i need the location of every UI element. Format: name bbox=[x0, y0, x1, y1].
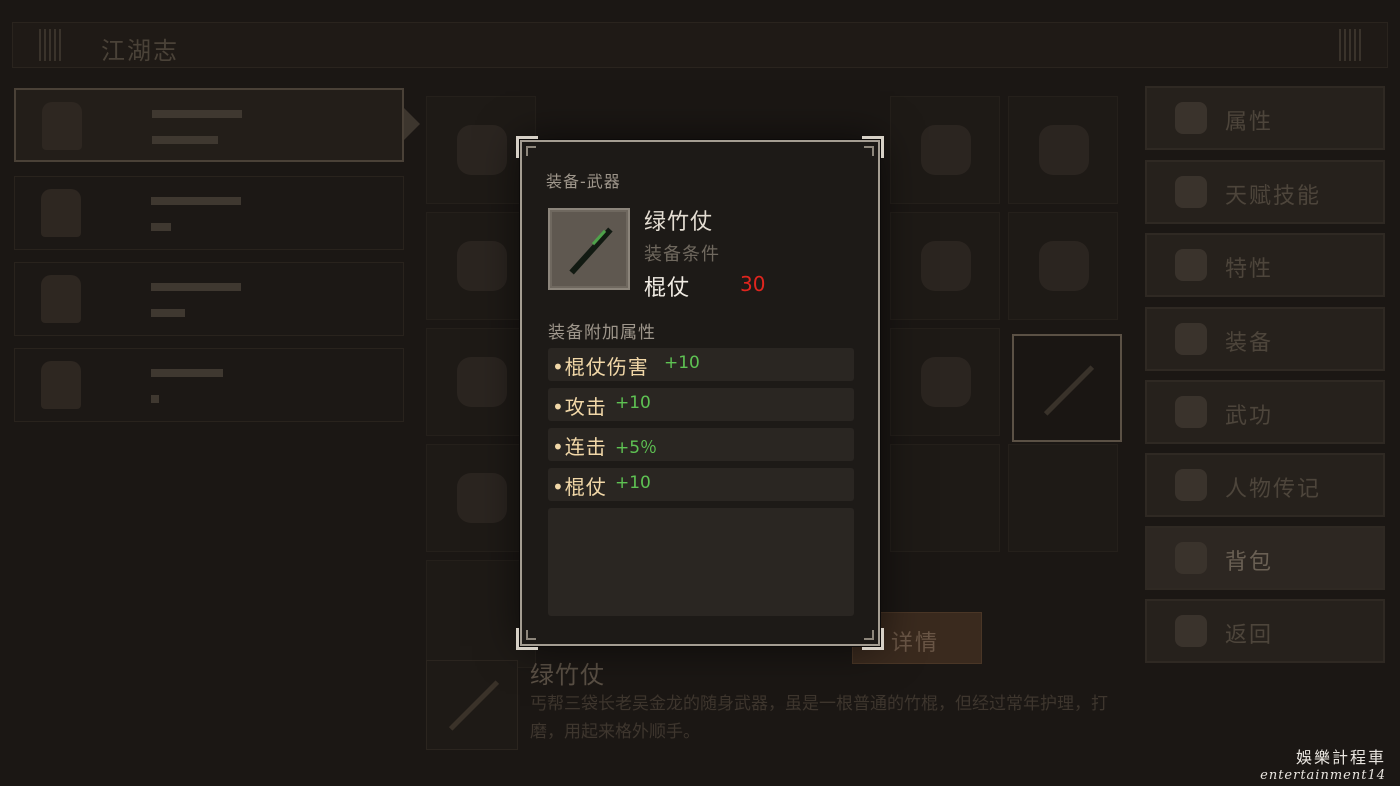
item-icon bbox=[457, 241, 507, 291]
title-ornament-left-icon bbox=[39, 29, 61, 61]
menu-martial-arts-button[interactable]: 武功 bbox=[1145, 380, 1385, 444]
bonus-value: +10 bbox=[615, 393, 651, 413]
inventory-slot-selected[interactable] bbox=[1012, 334, 1122, 442]
hp-bar bbox=[151, 197, 241, 205]
green-bamboo-staff-icon bbox=[569, 227, 613, 275]
party-member-4[interactable] bbox=[14, 348, 404, 422]
bonus-row: •攻击 +10 bbox=[548, 388, 854, 421]
selected-item-description: 丐帮三袋长老吴金龙的随身武器，虽是一根普通的竹棍，但经过常年护理，打磨，用起来格… bbox=[530, 694, 1108, 742]
bonus-empty-area bbox=[548, 508, 854, 616]
bonus-row: •棍仗伤害 +10 bbox=[548, 348, 854, 381]
requirement-label: 装备条件 bbox=[644, 244, 720, 265]
door-icon bbox=[1175, 615, 1207, 647]
book-icon bbox=[1175, 469, 1207, 501]
sword-icon bbox=[1175, 323, 1207, 355]
party-member-1[interactable] bbox=[14, 88, 404, 162]
item-icon bbox=[457, 473, 507, 523]
menu-traits-button[interactable]: 特性 bbox=[1145, 233, 1385, 297]
selected-member-arrow-icon bbox=[404, 108, 420, 140]
party-member-2[interactable] bbox=[14, 176, 404, 250]
bonus-name: •攻击 bbox=[552, 395, 607, 419]
character-portrait-icon bbox=[41, 361, 81, 409]
inventory-slot[interactable] bbox=[1008, 444, 1118, 552]
hp-bar bbox=[152, 110, 242, 118]
bonus-value: +10 bbox=[664, 353, 700, 373]
item-category: 装备-武器 bbox=[546, 172, 621, 191]
item-icon bbox=[1039, 241, 1089, 291]
menu-equipment-button[interactable]: 装备 bbox=[1145, 307, 1385, 371]
bonus-row: •棍仗 +10 bbox=[548, 468, 854, 501]
item-icon bbox=[457, 357, 507, 407]
item-icon bbox=[921, 357, 971, 407]
inventory-slot[interactable] bbox=[1008, 212, 1118, 320]
item-icon bbox=[457, 125, 507, 175]
selected-item-name: 绿竹仗 bbox=[530, 661, 605, 689]
inventory-slot[interactable] bbox=[890, 212, 1000, 320]
menu-backpack-button[interactable]: 背包 bbox=[1145, 526, 1385, 590]
screen-title: 江湖志 bbox=[101, 37, 179, 65]
mp-bar bbox=[151, 223, 171, 231]
bonus-name: •棍仗 bbox=[552, 475, 607, 499]
person-halo-icon bbox=[1175, 176, 1207, 208]
watermark: 娛樂計程車 entertainment14 bbox=[1260, 748, 1386, 783]
staff-icon bbox=[1043, 365, 1095, 416]
inventory-slot[interactable] bbox=[890, 444, 1000, 552]
inventory-slot[interactable] bbox=[1008, 96, 1118, 204]
title-bar: 江湖志 bbox=[12, 22, 1388, 68]
staff-icon bbox=[448, 680, 500, 731]
bonus-value: +10 bbox=[615, 473, 651, 493]
inventory-slot[interactable] bbox=[890, 96, 1000, 204]
bonus-name: •连击 bbox=[552, 435, 607, 459]
character-portrait-icon bbox=[41, 275, 81, 323]
inventory-slot[interactable] bbox=[890, 328, 1000, 436]
character-portrait-icon bbox=[42, 102, 82, 150]
mp-bar bbox=[152, 136, 218, 144]
mp-bar bbox=[151, 395, 159, 403]
mp-bar bbox=[151, 309, 185, 317]
character-portrait-icon bbox=[41, 189, 81, 237]
item-tooltip-panel: 装备-武器 绿竹仗 装备条件 棍仗 30 装备附加属性 •棍仗伤害 +10 •攻… bbox=[516, 136, 884, 650]
menu-attributes-button[interactable]: 属性 bbox=[1145, 86, 1385, 150]
bonus-section-label: 装备附加属性 bbox=[548, 323, 656, 343]
bonus-row: •连击 +5％ bbox=[548, 428, 854, 461]
menu-talent-skills-button[interactable]: 天赋技能 bbox=[1145, 160, 1385, 224]
frame-corner-icon bbox=[526, 630, 536, 640]
menu-biography-button[interactable]: 人物传记 bbox=[1145, 453, 1385, 517]
hp-bar bbox=[151, 369, 223, 377]
person-icon bbox=[1175, 249, 1207, 281]
scroll-icon bbox=[1175, 396, 1207, 428]
title-ornament-right-icon bbox=[1339, 29, 1361, 61]
item-icon bbox=[921, 241, 971, 291]
menu-return-button[interactable]: 返回 bbox=[1145, 599, 1385, 663]
person-icon bbox=[1175, 102, 1207, 134]
frame-corner-icon bbox=[526, 146, 536, 156]
bonus-value: +5％ bbox=[615, 438, 658, 458]
requirement-type: 棍仗 bbox=[644, 276, 691, 301]
frame-corner-icon bbox=[864, 630, 874, 640]
selected-item-thumbnail bbox=[426, 660, 518, 750]
item-name: 绿竹仗 bbox=[644, 210, 714, 235]
item-icon bbox=[921, 125, 971, 175]
requirement-value: 30 bbox=[740, 272, 766, 296]
item-icon-frame bbox=[548, 208, 630, 290]
bonus-name: •棍仗伤害 bbox=[552, 355, 649, 379]
bag-icon bbox=[1175, 542, 1207, 574]
frame-corner-icon bbox=[864, 146, 874, 156]
party-member-3[interactable] bbox=[14, 262, 404, 336]
hp-bar bbox=[151, 283, 241, 291]
item-icon bbox=[1039, 125, 1089, 175]
